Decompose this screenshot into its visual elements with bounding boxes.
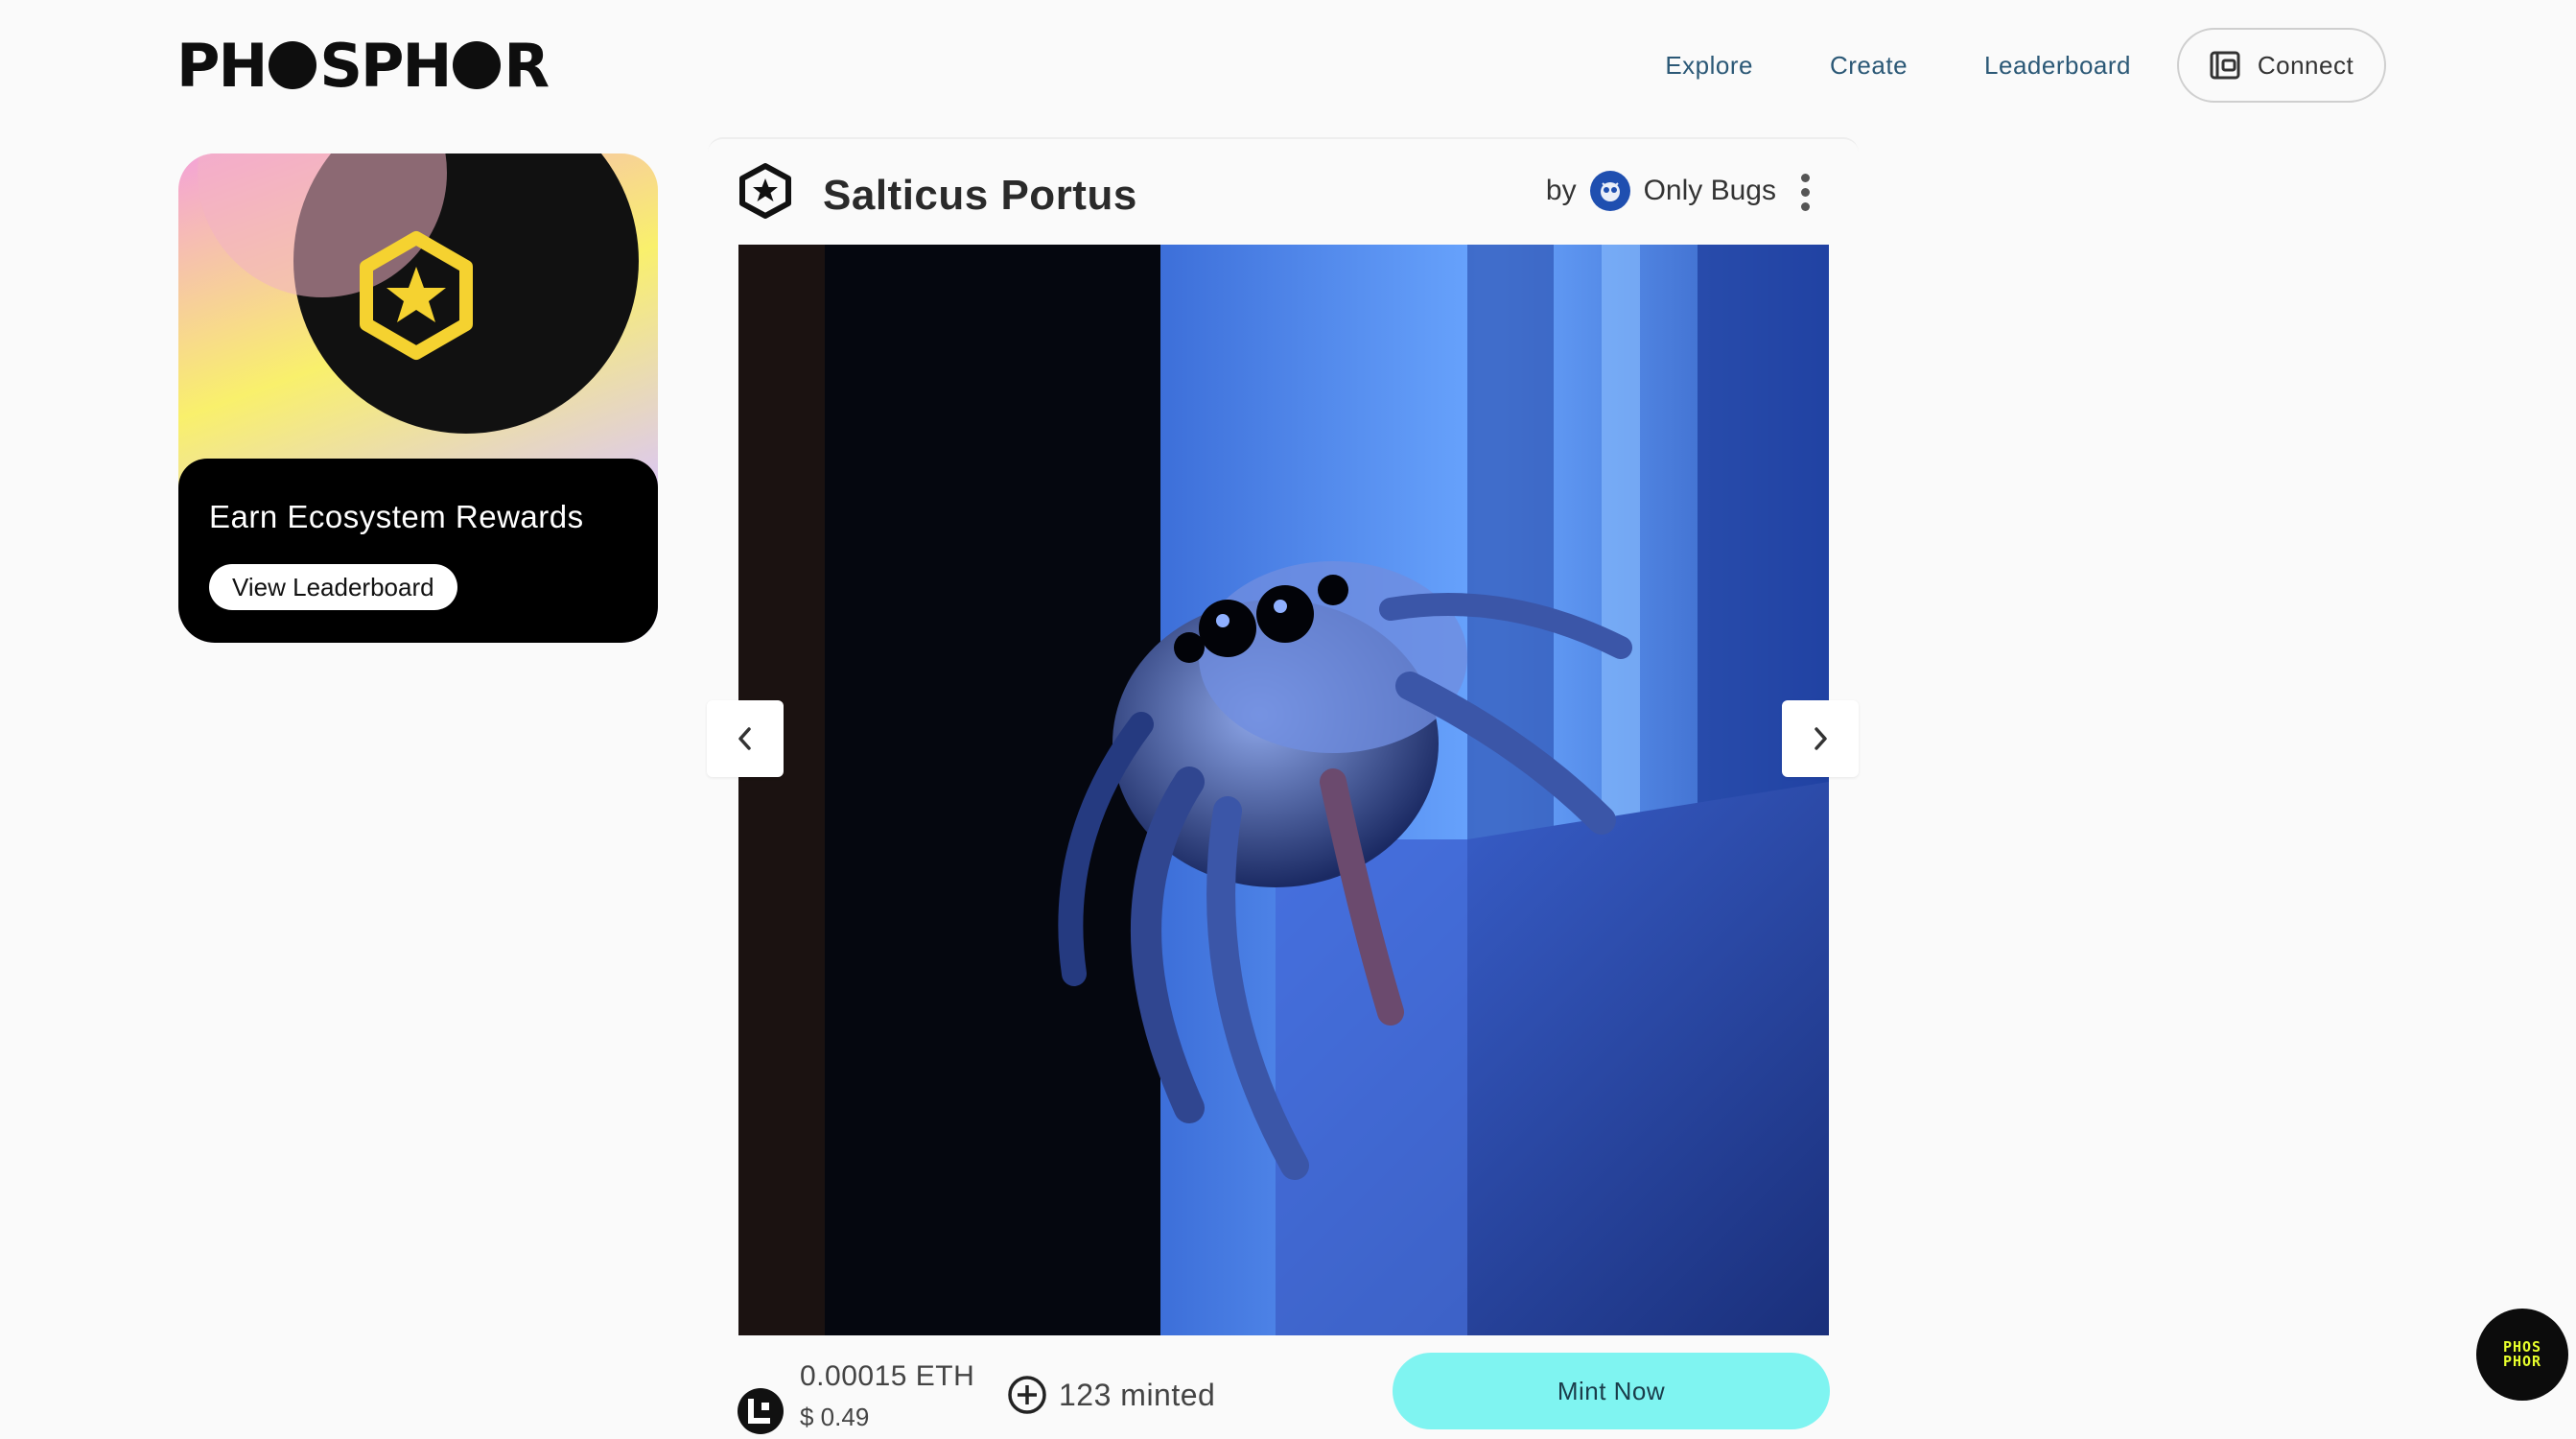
nft-image[interactable] <box>738 245 1829 1335</box>
top-nav: Explore Create Leaderboard Connect <box>1665 27 2386 104</box>
nft-header: Salticus Portus by Only Bugs <box>708 139 1859 245</box>
creator-name: Only Bugs <box>1643 175 1776 206</box>
nft-title: Salticus Portus <box>823 172 1137 219</box>
rewards-hexagon-star-icon <box>198 153 639 434</box>
creator-link[interactable]: by Only Bugs <box>1546 166 1776 216</box>
wallet-icon <box>2210 51 2240 80</box>
phosphor-badge-button[interactable]: PHOSPHOR <box>2476 1309 2568 1401</box>
nft-footer: 0.00015 ETH $ 0.49 123 minted Mint Now <box>708 1353 1859 1439</box>
rewards-panel: Earn Ecosystem Rewards View Leaderboard <box>178 459 658 643</box>
collection-hexagon-star-icon[interactable] <box>738 162 792 220</box>
phosphor-logo[interactable]: PH SPH R <box>176 31 550 101</box>
nav-explore[interactable]: Explore <box>1665 51 1753 81</box>
logo-part-ph: PH <box>176 30 268 101</box>
price-eth: 0.00015 ETH <box>800 1360 975 1392</box>
nav-create[interactable]: Create <box>1830 51 1908 81</box>
minted-count: 123 minted <box>1059 1378 1216 1412</box>
nav-leaderboard[interactable]: Leaderboard <box>1984 51 2131 81</box>
mint-now-button[interactable]: Mint Now <box>1393 1353 1830 1429</box>
connect-label: Connect <box>2257 50 2354 80</box>
chevron-right-icon <box>1815 727 1827 750</box>
previous-arrow-button[interactable] <box>707 700 784 777</box>
logo-part-r: R <box>503 30 550 101</box>
nft-card: Salticus Portus by Only Bugs 0.00015 ETH… <box>707 137 1859 1439</box>
chevron-left-icon <box>738 727 751 750</box>
chain-logo-icon <box>738 1388 784 1434</box>
view-leaderboard-button[interactable]: View Leaderboard <box>209 564 457 610</box>
more-options-icon[interactable] <box>1797 170 1813 214</box>
creator-avatar <box>1589 171 1630 211</box>
bug-avatar-icon <box>1600 182 1620 201</box>
logo-dot <box>269 41 317 89</box>
badge-logo-text: PHOSPHOR <box>2502 1338 2542 1370</box>
jumping-spider-photo <box>738 245 1829 1335</box>
rewards-card[interactable]: Earn Ecosystem Rewards View Leaderboard <box>178 153 658 643</box>
plus-circle-icon <box>1008 1376 1046 1414</box>
next-arrow-button[interactable] <box>1782 700 1859 777</box>
price-usd: $ 0.49 <box>800 1403 870 1431</box>
connect-button[interactable]: Connect <box>2177 28 2386 103</box>
logo-part-sph: SPH <box>319 30 452 101</box>
creator-prefix: by <box>1545 175 1577 206</box>
page: PH SPH R Explore Create Leaderboard Connec… <box>0 0 2576 1439</box>
rewards-title: Earn Ecosystem Rewards <box>209 499 584 534</box>
logo-dot <box>453 41 502 89</box>
